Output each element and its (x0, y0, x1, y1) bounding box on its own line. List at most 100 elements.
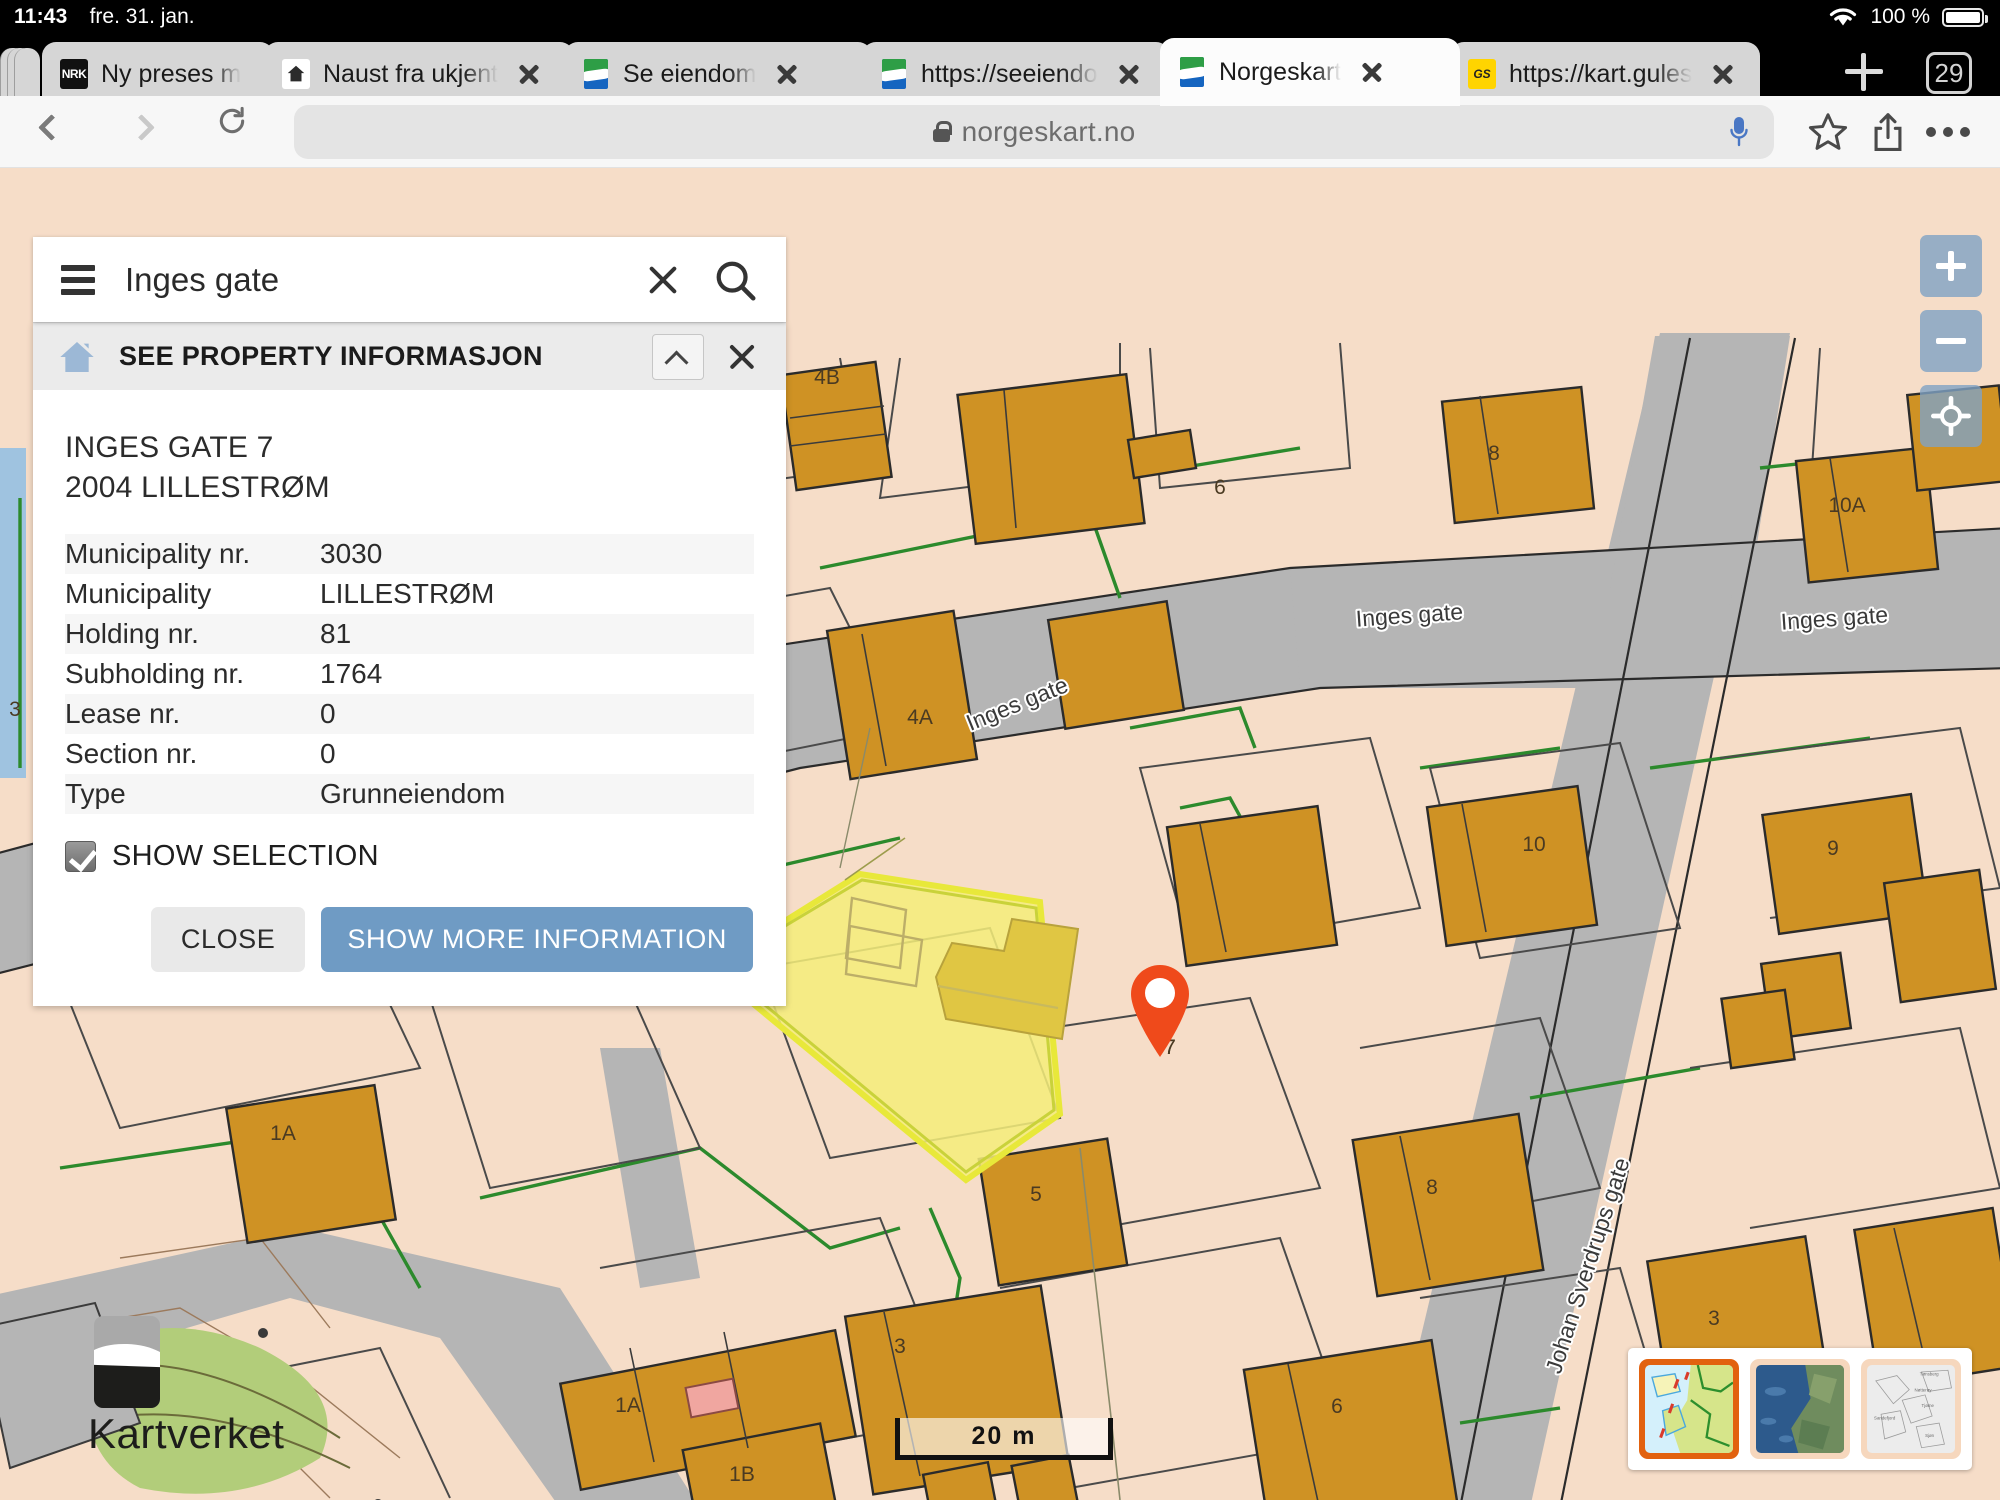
zoom-in-button[interactable] (1920, 235, 1982, 297)
forward-chevron-icon (128, 113, 155, 141)
tab-close-button[interactable] (1708, 59, 1738, 89)
property-details-table: Municipality nr. 3030 Municipality LILLESTR… (65, 533, 754, 814)
kartverket-attribution: Kartverket (88, 1316, 284, 1458)
search-icon[interactable] (712, 257, 758, 303)
building-number-label: 8 (1426, 1176, 1438, 1199)
property-row: Municipality LILLESTRØM (65, 573, 754, 614)
property-value: 1764 (320, 657, 383, 689)
scale-label: 20 m (971, 1422, 1037, 1450)
aerial-photo-layer[interactable] (1750, 1359, 1850, 1459)
property-row: Section nr. 0 (65, 733, 754, 774)
tab-close-button[interactable] (1114, 59, 1144, 89)
back-button[interactable] (24, 105, 78, 159)
reload-button[interactable] (216, 105, 270, 159)
kartverket-label: Kartverket (88, 1410, 285, 1457)
property-key: Lease nr. (65, 697, 181, 729)
show-more-information-button[interactable]: SHOW MORE INFORMATION (321, 906, 753, 972)
tab-close-button[interactable] (1357, 57, 1387, 87)
browser-toolbar: norgeskart.no (0, 96, 2000, 168)
locate-me-button[interactable] (1920, 385, 1982, 447)
microphone-icon[interactable] (1730, 116, 1748, 148)
tab-title: Ny preses m (101, 59, 242, 88)
property-key: Section nr. (65, 737, 198, 769)
building-number-label: 3 (1708, 1307, 1720, 1330)
url-text: norgeskart.no (961, 115, 1136, 147)
building-number-label: 1B (729, 1463, 755, 1486)
topographic-map-layer[interactable] (1639, 1359, 1739, 1459)
location-marker-pin[interactable] (1125, 961, 1195, 1061)
building-number-label: 6 (1331, 1395, 1343, 1418)
building-number-label: 4B (814, 366, 840, 389)
svg-text:Tjøme: Tjøme (1922, 1403, 1935, 1408)
tab-title: Naust fra ukjent (323, 59, 499, 88)
panel-collapse-button[interactable] (652, 333, 704, 380)
status-date: fre. 31. jan. (89, 5, 195, 28)
property-key: Holding nr. (65, 617, 199, 649)
grayscale-map-layer[interactable]: Tønsberg Nøtterøy Tjøme Sandefjord Sjøn (1861, 1359, 1961, 1459)
building-number-label: 8 (1488, 442, 1500, 465)
map-search-box[interactable]: Inges gate (33, 237, 786, 322)
building-number-label: 3 (894, 1335, 906, 1358)
property-value: Grunneiendom (320, 777, 506, 809)
property-key: Type (65, 777, 126, 809)
zoom-out-button[interactable] (1920, 310, 1982, 372)
forward-button[interactable] (118, 105, 172, 159)
address-line-2: 2004 LILLESTRØM (65, 470, 330, 504)
tab-4-active[interactable]: Norgeskart (1160, 38, 1460, 106)
tab-title: https://kart.gules (1509, 59, 1693, 88)
more-button[interactable] (1918, 105, 1978, 159)
building-number-label: 6 (1214, 476, 1226, 499)
layer-thumb (1756, 1365, 1844, 1453)
property-row: Municipality nr. 3030 (65, 533, 754, 574)
share-button[interactable] (1858, 105, 1918, 159)
layer-thumb: Tønsberg Nøtterøy Tjøme Sandefjord Sjøn (1867, 1365, 1955, 1453)
reload-icon (219, 106, 245, 133)
star-icon (1808, 112, 1848, 150)
property-address: INGES GATE 7 2004 LILLESTRØM (33, 390, 786, 508)
property-key: Municipality (65, 577, 212, 609)
chevron-up-icon (664, 349, 689, 375)
kartverket-favicon (880, 59, 908, 89)
property-value: 3030 (320, 537, 383, 569)
kartverket-favicon (1178, 57, 1206, 87)
close-button[interactable]: CLOSE (150, 906, 306, 972)
new-tab-button[interactable] (1840, 48, 1888, 96)
show-selection-checkbox[interactable] (65, 840, 96, 872)
bookmark-button[interactable] (1798, 105, 1858, 159)
svg-text:Tønsberg: Tønsberg (1920, 1372, 1939, 1377)
panel-close-icon[interactable] (716, 334, 768, 380)
tab-strip: NRK Ny preses m Naust fra ukjent Se eien… (0, 28, 2000, 106)
layer-thumb (1645, 1365, 1733, 1453)
svg-text:Nøtterøy: Nøtterøy (1915, 1387, 1933, 1392)
nrk-favicon: NRK (60, 59, 88, 89)
property-row: Subholding nr. 1764 (65, 653, 754, 694)
panel-button-row: CLOSE SHOW MORE INFORMATION (33, 873, 786, 972)
building-number-label: 4A (907, 706, 933, 729)
tab-title: https://seeiendo (921, 59, 1098, 88)
building-number-label: 10A (1828, 494, 1865, 517)
wifi-icon (1830, 8, 1857, 26)
property-row: Holding nr. 81 (65, 613, 754, 654)
tab-close-button[interactable] (772, 59, 802, 89)
gulesider-favicon: GS (1468, 59, 1496, 89)
tab-count-badge[interactable]: 29 (1926, 52, 1972, 94)
home-icon (60, 341, 94, 372)
property-value: 0 (320, 737, 336, 769)
kartverket-logo (94, 1316, 160, 1408)
building-number-label: 5 (1030, 1183, 1042, 1206)
property-value: 81 (320, 617, 352, 649)
map-zoom-controls (1920, 235, 1982, 460)
map-layer-switcher: Tønsberg Nøtterøy Tjøme Sandefjord Sjøn (1628, 1348, 1972, 1470)
tab-close-button[interactable] (514, 59, 544, 89)
more-dots-icon (1918, 105, 1978, 159)
share-icon (1874, 112, 1902, 151)
hamburger-menu-icon[interactable] (61, 264, 95, 295)
property-row: Lease nr. 0 (65, 693, 754, 734)
status-time: 11:43 (14, 5, 68, 28)
property-info-panel: SEE PROPERTY INFORMASJON INGES GATE 7 20… (33, 322, 786, 1006)
address-bar[interactable]: norgeskart.no (294, 104, 1774, 159)
search-clear-icon[interactable] (642, 259, 684, 301)
search-input[interactable]: Inges gate (125, 261, 642, 299)
show-selection-label: SHOW SELECTION (112, 839, 379, 872)
show-selection-row[interactable]: SHOW SELECTION (33, 814, 786, 873)
